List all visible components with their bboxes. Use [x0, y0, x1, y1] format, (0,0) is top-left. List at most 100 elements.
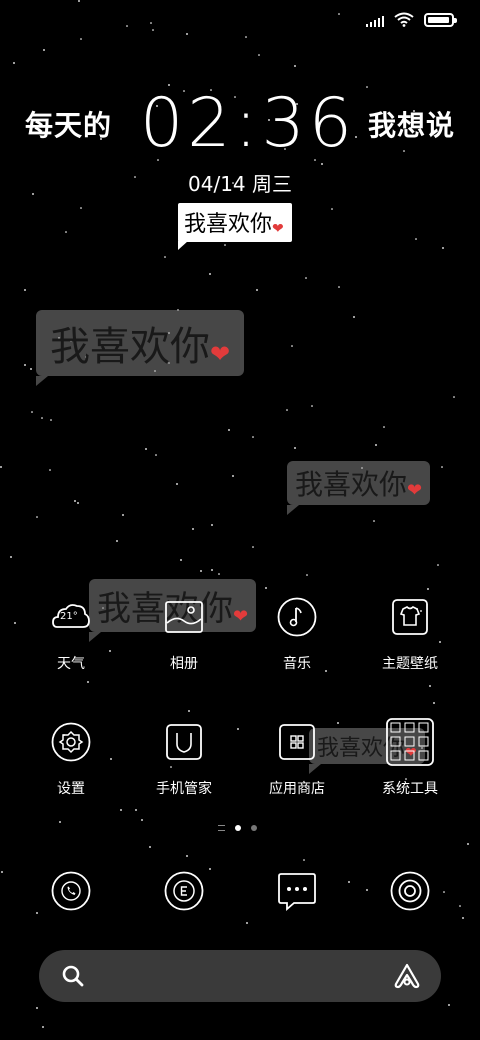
star [42, 1026, 44, 1028]
star [453, 396, 455, 398]
themes-icon [390, 597, 430, 637]
weather-temp: 21° [60, 611, 78, 622]
star [442, 247, 444, 249]
star [149, 846, 151, 848]
app-settings[interactable]: 设置 [15, 722, 127, 798]
floating-bubble-text: 我喜欢你 [295, 468, 408, 501]
app-label: 系统工具 [382, 781, 438, 797]
security-icon [164, 722, 204, 762]
floating-bubble: 我喜欢你❤ [36, 310, 245, 386]
assistant-icon[interactable] [393, 962, 421, 990]
app-label: 主题壁纸 [382, 656, 438, 672]
app-themes[interactable]: 主题壁纸 [354, 597, 466, 673]
star [24, 364, 26, 366]
star [36, 516, 38, 518]
star [120, 809, 122, 811]
speech-bubble-text: 我喜欢你 [184, 212, 273, 237]
star [0, 466, 2, 468]
star [122, 514, 124, 516]
star [65, 231, 67, 233]
star [176, 483, 178, 485]
star [437, 564, 439, 566]
music-icon [277, 597, 317, 637]
star [152, 29, 154, 31]
star [224, 244, 226, 246]
messages-icon[interactable] [277, 871, 317, 911]
star [291, 345, 293, 347]
clock-time[interactable]: 02:36 [140, 84, 352, 163]
heart-icon: ❤ [210, 340, 231, 368]
page-dot[interactable] [251, 825, 257, 831]
app-label: 设置 [57, 781, 85, 797]
star [321, 163, 323, 165]
star [286, 409, 288, 411]
settings-icon [51, 722, 91, 762]
star [415, 238, 417, 240]
wifi-icon [394, 12, 414, 27]
page-indicator[interactable] [218, 825, 257, 831]
search-bar[interactable] [39, 950, 441, 1002]
star [427, 588, 429, 590]
floating-bubble-text: 我喜欢你 [50, 324, 210, 370]
app-label: 音乐 [283, 656, 311, 672]
page-indicator-feed[interactable] [218, 825, 225, 831]
star [180, 559, 182, 561]
app-label: 相册 [170, 656, 198, 672]
star [141, 819, 143, 821]
star [87, 681, 89, 683]
star [256, 289, 258, 291]
star [186, 855, 188, 857]
camera-icon[interactable] [390, 871, 430, 911]
star [433, 702, 435, 704]
search-icon[interactable] [61, 964, 85, 988]
app-label: 应用商店 [269, 781, 325, 797]
star [338, 286, 340, 288]
star [135, 809, 137, 811]
star [31, 411, 33, 413]
page-dot-active[interactable] [235, 825, 241, 831]
app-store-icon [277, 722, 317, 762]
phone-icon[interactable] [51, 871, 91, 911]
star [36, 912, 38, 914]
star [36, 1007, 38, 1009]
date-text: 04/14 周三 [188, 172, 292, 196]
star [443, 891, 445, 893]
star [80, 38, 82, 40]
floating-bubble: 我喜欢你❤ [287, 461, 431, 515]
star [192, 528, 194, 530]
app-weather[interactable]: 21° 天气 [15, 597, 127, 673]
browser-icon[interactable] [164, 871, 204, 911]
status-bar [366, 12, 457, 27]
star [10, 556, 12, 558]
star [348, 881, 350, 883]
clock-right-text: 我想说 [367, 109, 455, 142]
battery-level [428, 16, 449, 23]
star [448, 1004, 450, 1006]
app-tools-folder[interactable]: 系统工具 [354, 718, 466, 798]
app-store[interactable]: 应用商店 [241, 722, 353, 798]
star [59, 821, 61, 823]
star [186, 33, 188, 35]
star [200, 570, 202, 572]
star [228, 429, 230, 431]
app-gallery[interactable]: 相册 [128, 597, 240, 673]
star [116, 540, 118, 542]
star [366, 86, 368, 88]
star [246, 922, 248, 924]
star [375, 444, 377, 446]
star [245, 36, 247, 38]
star [211, 569, 213, 571]
star [209, 273, 211, 275]
star [126, 25, 128, 27]
star [24, 289, 26, 291]
star [303, 859, 305, 861]
speech-bubble: 我喜欢你❤ [178, 203, 292, 250]
star [77, 502, 79, 504]
tools-folder-icon [386, 718, 434, 766]
star [294, 65, 296, 67]
app-music[interactable]: 音乐 [241, 597, 353, 673]
star [403, 150, 405, 152]
star [13, 62, 15, 64]
app-security[interactable]: 手机管家 [128, 722, 240, 798]
clock-left-text: 每天的 [25, 109, 113, 142]
